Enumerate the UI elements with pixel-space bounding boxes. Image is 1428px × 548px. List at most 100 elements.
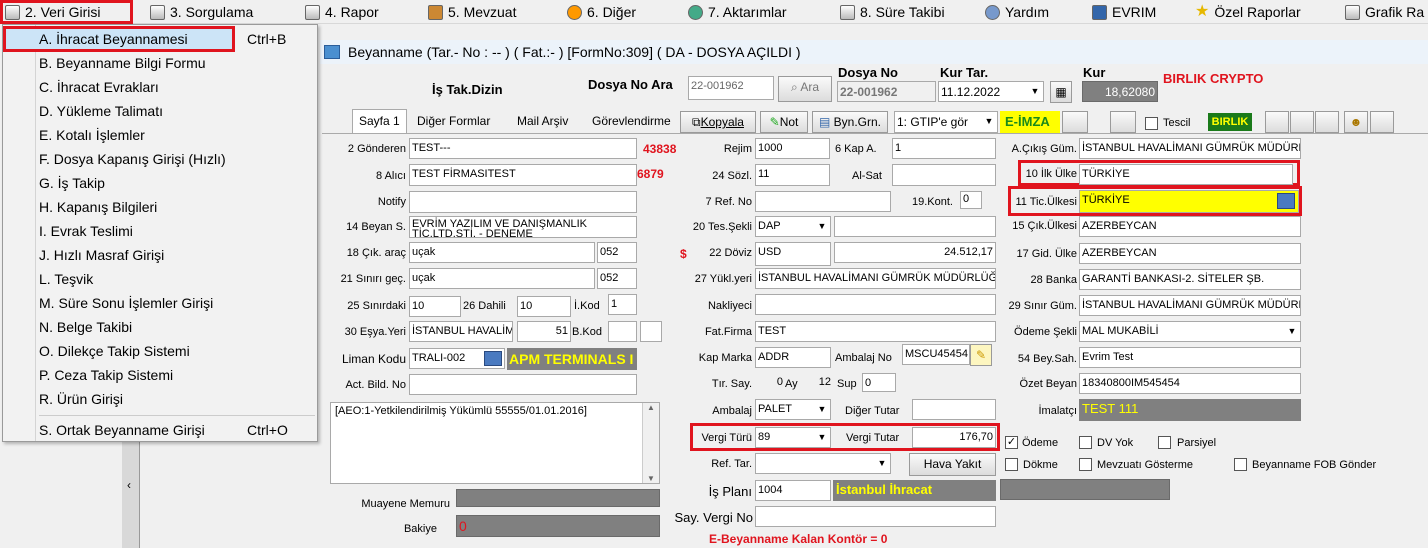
lookup-icon[interactable]	[1277, 193, 1295, 209]
dokme-checkbox[interactable]	[1005, 458, 1018, 471]
kap-marka-input[interactable]: ADDR	[755, 347, 831, 368]
menu-diger[interactable]: 6. Diğer	[567, 2, 636, 22]
act-bild-input[interactable]	[409, 374, 637, 395]
fob-gonder-checkbox[interactable]	[1234, 458, 1247, 471]
menu-item-ihracat-beyannamesi[interactable]: A. İhracat Beyannamesi	[39, 27, 188, 51]
blank-button-1[interactable]	[1062, 111, 1088, 133]
blank-button-5[interactable]	[1315, 111, 1339, 133]
bkod-input[interactable]	[608, 321, 637, 342]
ambalaj-edit-button[interactable]: ✎	[970, 344, 992, 366]
aeo-textarea[interactable]: [AEO:1-Yetkilendirilmiş Yükümlü 55555/01…	[330, 402, 660, 484]
tescil-checkbox[interactable]	[1145, 117, 1158, 130]
tab-diger-formlar[interactable]: Diğer Formlar	[417, 110, 490, 132]
tes-sekli-select[interactable]: DAP ▼	[755, 216, 831, 237]
sinir-gec-code[interactable]: 052	[597, 268, 637, 289]
menu-veri-girisi[interactable]: 2. Veri Girisi	[0, 0, 133, 24]
chevron-left-icon[interactable]: ‹	[127, 478, 131, 492]
calendar-button[interactable]: ▦	[1050, 81, 1072, 103]
menu-item-urun-girisi[interactable]: R. Ürün Girişi	[39, 387, 123, 411]
bey-sah-input[interactable]: Evrim Test	[1079, 347, 1301, 368]
vergi-tutar-input[interactable]: 176,70	[912, 427, 996, 448]
yukl-yeri-input[interactable]: İSTANBUL HAVALİMANI GÜMRÜK MÜDÜRLÜĞ	[755, 268, 996, 289]
tic-ulkesi-input[interactable]: TÜRKİYE	[1079, 190, 1299, 213]
menu-item-ceza-takip[interactable]: P. Ceza Takip Sistemi	[39, 363, 173, 387]
gonderen-input[interactable]: TEST---	[409, 138, 637, 159]
menu-item-yukleme-talimati[interactable]: D. Yükleme Talimatı	[39, 99, 163, 123]
odeme-sekli-select[interactable]: MAL MUKABİLİ ▼	[1079, 321, 1301, 342]
menu-item-sure-sonu[interactable]: M. Süre Sonu İşlemler Girişi	[39, 291, 213, 315]
alici-input[interactable]: TEST FİRMASITEST	[409, 164, 637, 186]
ilk-ulke-input[interactable]: TÜRKİYE	[1079, 164, 1293, 185]
menu-item-tesvik[interactable]: L. Teşvik	[39, 267, 93, 291]
menu-item-kapanis-bilgileri[interactable]: H. Kapanış Bilgileri	[39, 195, 157, 219]
gtip-select[interactable]: 1: GTIP'e gör ▼	[894, 111, 998, 133]
kopyala-button[interactable]: ⧉Kopyala	[680, 111, 756, 133]
kont-input[interactable]: 0	[960, 191, 982, 209]
beyan-input[interactable]: EVRİM YAZILIM VE DANIŞMANLIK TİC.LTD.ŞTİ.…	[409, 216, 637, 238]
ozet-beyan-input[interactable]: 18340800IM545454	[1079, 373, 1301, 394]
menu-item-evrak-teslimi[interactable]: I. Evrak Teslimi	[39, 219, 133, 243]
ambalaj-no-input[interactable]: MSCU45454!	[902, 344, 970, 365]
ikod-input[interactable]: 1	[608, 294, 637, 315]
menu-mevzuat[interactable]: 5. Mevzuat	[428, 2, 516, 22]
tab-mail-arsiv[interactable]: Mail Arşiv	[517, 110, 568, 132]
odeme-checkbox[interactable]: ✓	[1005, 436, 1018, 449]
people-button[interactable]: ☻	[1344, 111, 1368, 133]
bkod-input-2[interactable]	[640, 321, 662, 342]
byn-grn-button[interactable]: ▤ Byn.Grn.	[812, 111, 888, 133]
tir-say-input[interactable]: 0	[755, 373, 785, 394]
blank-button-2[interactable]	[1110, 111, 1136, 133]
al-sat-input[interactable]	[892, 164, 996, 186]
sinir-gum-input[interactable]: İSTANBUL HAVALİMANI GÜMRÜK MÜDÜRL	[1079, 295, 1301, 316]
sinir-gec-input[interactable]: uçak	[409, 268, 595, 289]
menu-ozel-raporlar[interactable]: ★ Özel Raporlar	[1195, 2, 1301, 22]
sinirdaki-input[interactable]: 10	[409, 296, 461, 317]
sozl-input[interactable]: 11	[755, 164, 830, 186]
notify-input[interactable]	[409, 191, 637, 213]
menu-item-hizli-masraf[interactable]: J. Hızlı Masraf Girişi	[39, 243, 164, 267]
menu-item-beyanname-bilgi-formu[interactable]: B. Beyanname Bilgi Formu	[39, 51, 206, 75]
menu-item-ortak-beyanname[interactable]: S. Ortak Beyanname Girişi	[39, 418, 205, 442]
menu-sorgulama[interactable]: 3. Sorgulama	[150, 2, 253, 22]
is-plani-input[interactable]: 1004	[755, 480, 831, 501]
cik-ulkesi-input[interactable]: AZERBEYCAN	[1079, 216, 1301, 237]
tab-sayfa-1[interactable]: Sayfa 1	[352, 109, 407, 133]
doviz-input[interactable]: USD	[755, 242, 831, 266]
rejim-input[interactable]: 1000	[755, 138, 830, 159]
menu-evrim[interactable]: EVRIM	[1092, 2, 1156, 22]
blank-button-6[interactable]	[1370, 111, 1394, 133]
cik-arac-code[interactable]: 052	[597, 242, 637, 263]
vergi-turu-select[interactable]: 89 ▼	[755, 427, 831, 448]
dosya-no-input[interactable]: 22-001962	[837, 81, 936, 102]
ambalaj-select[interactable]: PALET ▼	[755, 399, 831, 420]
menu-yardim[interactable]: Yardım	[985, 2, 1049, 22]
tab-gorevlendirme[interactable]: Görevlendirme	[592, 110, 678, 132]
tes-sekli-desc[interactable]	[834, 216, 996, 237]
menu-item-kotali-islemler[interactable]: E. Kotalı İşlemler	[39, 123, 145, 147]
menu-item-belge-takibi[interactable]: N. Belge Takibi	[39, 315, 132, 339]
dv-yok-checkbox[interactable]	[1079, 436, 1092, 449]
ref-tar-select[interactable]: ▼	[755, 453, 891, 474]
not-button[interactable]: ✎Not	[760, 111, 808, 133]
menu-item-dilekce-takip[interactable]: O. Dilekçe Takip Sistemi	[39, 339, 190, 363]
ref-no-input[interactable]	[755, 191, 891, 212]
doviz-amount[interactable]: 24.512,17	[834, 242, 996, 263]
a-cikis-input[interactable]: İSTANBUL HAVALİMANI GÜMRÜK MÜDÜRL	[1079, 138, 1301, 159]
mevzuati-checkbox[interactable]	[1079, 458, 1092, 471]
esya-yeri-num[interactable]: 51	[517, 321, 571, 342]
nakliyeci-input[interactable]	[755, 294, 996, 315]
menu-item-is-takip[interactable]: G. İş Takip	[39, 171, 105, 195]
kur-tar-select[interactable]: 11.12.2022 ▼	[938, 81, 1044, 102]
menu-aktarimlar[interactable]: 7. Aktarımlar	[688, 2, 787, 22]
blank-button-3[interactable]	[1265, 111, 1289, 133]
dahili-input[interactable]: 10	[517, 296, 571, 317]
parsiyel-checkbox[interactable]	[1158, 436, 1171, 449]
scrollbar[interactable]: ▲ ▼	[642, 403, 659, 483]
banka-input[interactable]: GARANTİ BANKASI-2. SİTELER ŞB.	[1079, 269, 1301, 290]
scroll-down-icon[interactable]: ▼	[643, 474, 659, 483]
menu-rapor[interactable]: 4. Rapor	[305, 2, 379, 22]
dosya-no-ara-input[interactable]: 22-001962	[688, 76, 774, 100]
hava-yakit-button[interactable]: Hava Yakıt	[909, 453, 996, 476]
gid-ulke-input[interactable]: AZERBEYCAN	[1079, 243, 1301, 264]
kap-a-input[interactable]: 1	[892, 138, 996, 159]
